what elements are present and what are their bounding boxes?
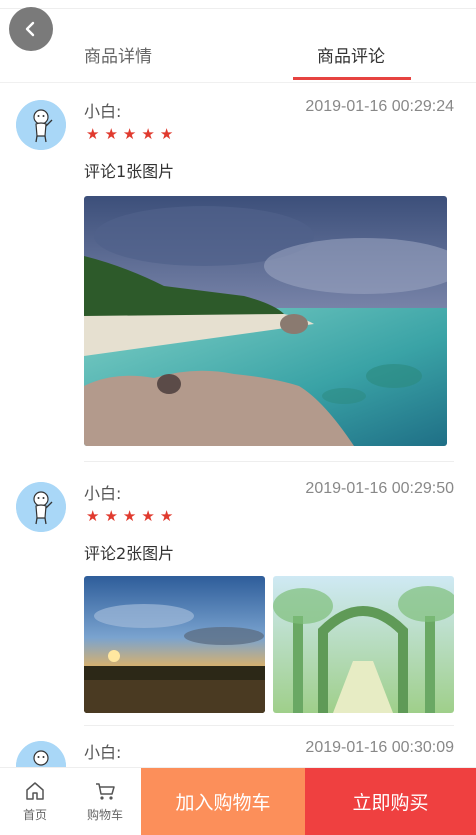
sunset-photo-image bbox=[84, 576, 265, 713]
review-time: 2019-01-16 00:29:50 bbox=[305, 480, 454, 497]
top-divider bbox=[0, 8, 476, 9]
review-divider bbox=[84, 461, 454, 462]
buy-now-button[interactable]: 立即购买 bbox=[305, 768, 476, 835]
review-photo[interactable] bbox=[84, 196, 447, 446]
garden-arch-photo-image bbox=[273, 576, 454, 713]
star-icon: ★ bbox=[86, 507, 100, 525]
beach-photo-image bbox=[84, 196, 447, 446]
chevron-left-icon bbox=[25, 21, 35, 37]
home-icon bbox=[26, 782, 44, 800]
nav-home[interactable]: 首页 bbox=[0, 768, 70, 835]
user-avatar-icon bbox=[16, 100, 66, 150]
active-tab-indicator bbox=[293, 77, 411, 80]
rating-stars: ★ ★ ★ ★ ★ bbox=[86, 127, 173, 142]
reviewer-name: 小白: bbox=[84, 484, 122, 503]
add-to-cart-button[interactable]: 加入购物车 bbox=[141, 768, 305, 835]
star-icon: ★ bbox=[159, 507, 174, 525]
star-icon: ★ bbox=[122, 125, 137, 143]
star-icon: ★ bbox=[141, 507, 155, 525]
star-icon: ★ bbox=[104, 507, 118, 525]
review-divider bbox=[84, 725, 454, 726]
review-photo[interactable] bbox=[84, 576, 265, 713]
review-photo[interactable] bbox=[273, 576, 454, 713]
back-button[interactable] bbox=[9, 7, 53, 51]
review-text: 评论2张图片 bbox=[84, 544, 175, 563]
rating-stars: ★ ★ ★ ★ ★ bbox=[86, 509, 173, 524]
avatar bbox=[16, 100, 66, 150]
reviewer-name: 小白: bbox=[84, 102, 122, 121]
bottom-action-bar: 首页 购物车 加入购物车 立即购买 bbox=[0, 767, 476, 835]
tab-product-reviews[interactable]: 商品评论 bbox=[317, 42, 385, 67]
nav-cart-label: 购物车 bbox=[86, 808, 123, 822]
review-text: 评论1张图片 bbox=[84, 162, 175, 181]
star-icon: ★ bbox=[159, 125, 174, 143]
star-icon: ★ bbox=[122, 507, 137, 525]
tab-product-details[interactable]: 商品详情 bbox=[84, 42, 152, 67]
tab-bar: 商品详情 商品评论 bbox=[0, 26, 476, 83]
avatar bbox=[16, 482, 66, 532]
user-avatar-icon bbox=[16, 482, 66, 532]
nav-home-label: 首页 bbox=[22, 808, 47, 822]
nav-cart[interactable]: 购物车 bbox=[70, 768, 140, 835]
review-time: 2019-01-16 00:29:24 bbox=[305, 98, 454, 115]
star-icon: ★ bbox=[104, 125, 118, 143]
star-icon: ★ bbox=[86, 125, 100, 143]
reviewer-name: 小白: bbox=[84, 743, 122, 762]
star-icon: ★ bbox=[141, 125, 155, 143]
review-time: 2019-01-16 00:30:09 bbox=[305, 739, 454, 756]
shopping-cart-icon bbox=[96, 783, 115, 800]
